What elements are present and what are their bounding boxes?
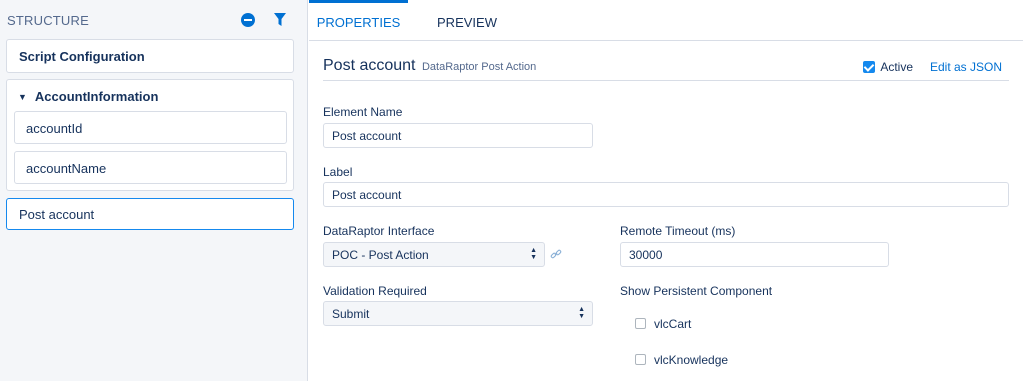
properties-panel: Post account DataRaptor Post Action Acti…	[309, 41, 1023, 381]
structure-title: STRUCTURE	[7, 13, 89, 28]
collapse-all-icon[interactable]	[241, 13, 255, 27]
vlccart-checkbox[interactable]	[635, 318, 646, 329]
select-arrows-icon: ▲ ▼	[578, 306, 585, 320]
element-name-input[interactable]: Post account	[323, 123, 593, 148]
dataraptor-interface-value: POC - Post Action	[332, 248, 429, 262]
structure-panel: STRUCTURE Script Configuration ▼ AccountI…	[0, 0, 308, 381]
tab-label: PREVIEW	[437, 15, 497, 30]
validation-required-select[interactable]: Submit ▲ ▼	[323, 301, 593, 326]
active-toggle[interactable]: Active	[863, 60, 913, 74]
element-title-text: Post account	[323, 57, 416, 74]
remote-timeout-value: 30000	[629, 248, 663, 262]
label-field-label: Label	[323, 165, 353, 179]
element-title: Post account DataRaptor Post Action	[323, 57, 536, 75]
label-input[interactable]: Post account	[323, 182, 1009, 207]
tab-bar: PROPERTIES PREVIEW	[309, 0, 1023, 41]
tab-label: PROPERTIES	[316, 15, 401, 30]
script-configuration-label: Script Configuration	[19, 49, 145, 64]
persistent-component-label: Show Persistent Component	[620, 284, 773, 298]
edit-as-json-link[interactable]: Edit as JSON	[930, 60, 1002, 74]
filter-icon[interactable]	[274, 13, 286, 27]
remote-timeout-input[interactable]: 30000	[620, 242, 889, 267]
block-title-label: AccountInformation	[34, 89, 159, 104]
structure-item-accountname[interactable]: accountName	[14, 151, 287, 184]
remote-timeout-label: Remote Timeout (ms)	[620, 224, 736, 238]
tab-preview[interactable]: PREVIEW	[427, 0, 507, 41]
caret-down-icon[interactable]: ▼	[18, 92, 27, 102]
block-account-information[interactable]: ▼ AccountInformation accountId accountNam…	[6, 79, 294, 191]
structure-header: STRUCTURE	[0, 0, 308, 41]
vlcknowledge-checkbox[interactable]	[635, 354, 646, 365]
validation-required-label: Validation Required	[323, 284, 427, 298]
label-value: Post account	[332, 188, 402, 202]
script-configuration-item[interactable]: Script Configuration	[6, 39, 294, 73]
dataraptor-interface-label: DataRaptor Interface	[323, 224, 435, 238]
element-name-label: Element Name	[323, 105, 403, 119]
structure-item-post-account[interactable]: Post account	[6, 198, 294, 230]
active-checkbox[interactable]	[863, 61, 876, 73]
validation-required-value: Submit	[332, 307, 370, 321]
link-icon[interactable]	[550, 248, 562, 260]
element-header: Post account DataRaptor Post Action Acti…	[323, 57, 1009, 81]
structure-item-label: accountName	[26, 161, 107, 176]
vlcknowledge-label: vlcKnowledge	[654, 353, 729, 367]
select-arrows-icon: ▲ ▼	[530, 247, 537, 261]
element-type: DataRaptor Post Action	[421, 61, 537, 73]
structure-item-label: accountId	[26, 121, 83, 136]
dataraptor-interface-select[interactable]: POC - Post Action ▲ ▼	[323, 242, 545, 267]
structure-item-accountid[interactable]: accountId	[14, 111, 287, 144]
element-name-value: Post account	[332, 129, 402, 143]
block-title[interactable]: ▼ AccountInformation	[18, 89, 158, 104]
active-label: Active	[880, 60, 913, 74]
vlccart-label: vlcCart	[654, 317, 692, 331]
structure-item-label: Post account	[19, 207, 95, 222]
tab-properties[interactable]: PROPERTIES	[309, 0, 408, 41]
